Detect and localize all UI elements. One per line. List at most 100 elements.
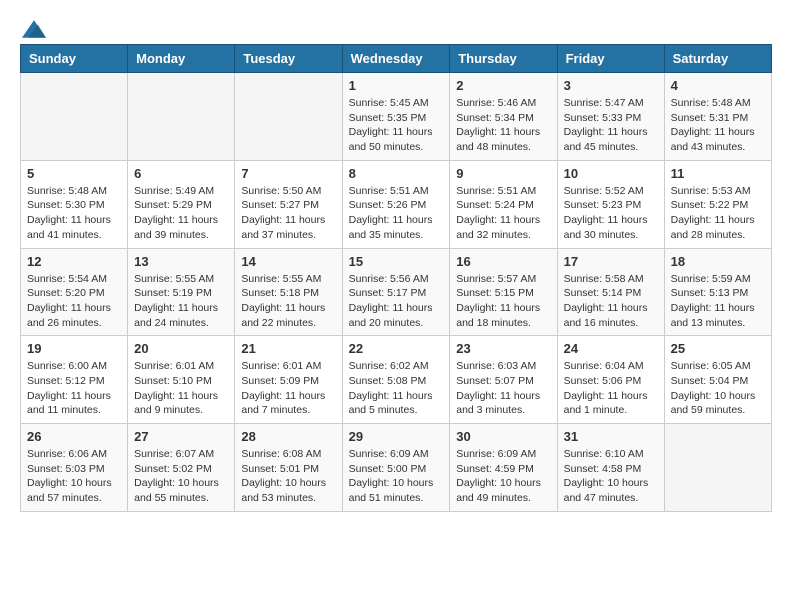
- day-number: 14: [241, 254, 335, 269]
- day-info: Sunrise: 5:55 AMSunset: 5:18 PMDaylight:…: [241, 272, 335, 331]
- day-cell: 31Sunrise: 6:10 AMSunset: 4:58 PMDayligh…: [557, 424, 664, 512]
- day-number: 12: [27, 254, 121, 269]
- day-number: 19: [27, 341, 121, 356]
- day-number: 15: [349, 254, 444, 269]
- day-info: Sunrise: 5:50 AMSunset: 5:27 PMDaylight:…: [241, 184, 335, 243]
- day-number: 22: [349, 341, 444, 356]
- day-cell: 12 Sunrise: 5:54 AMSunset: 5:20 PMDayligh…: [21, 248, 128, 336]
- day-cell: 19 Sunrise: 6:00 AMSunset: 5:12 PMDayligh…: [21, 336, 128, 424]
- week-row-3: 12 Sunrise: 5:54 AMSunset: 5:20 PMDayligh…: [21, 248, 772, 336]
- day-cell: 16Sunrise: 5:57 AMSunset: 5:15 PMDayligh…: [450, 248, 557, 336]
- day-number: 17: [564, 254, 658, 269]
- day-cell: 10Sunrise: 5:52 AMSunset: 5:23 PMDayligh…: [557, 160, 664, 248]
- header-thursday: Thursday: [450, 45, 557, 73]
- day-info: Sunrise: 6:00 AMSunset: 5:12 PMDaylight:…: [27, 359, 121, 418]
- day-cell: 6 Sunrise: 5:49 AMSunset: 5:29 PMDaylight…: [128, 160, 235, 248]
- day-cell: 21Sunrise: 6:01 AMSunset: 5:09 PMDayligh…: [235, 336, 342, 424]
- day-number: 3: [564, 78, 658, 93]
- day-cell: 5 Sunrise: 5:48 AMSunset: 5:30 PMDaylight…: [21, 160, 128, 248]
- day-number: 26: [27, 429, 121, 444]
- day-cell: 9 Sunrise: 5:51 AMSunset: 5:24 PMDaylight…: [450, 160, 557, 248]
- page-header: [20, 20, 772, 34]
- day-info: Sunrise: 6:09 AMSunset: 5:00 PMDaylight:…: [349, 447, 444, 506]
- day-number: 24: [564, 341, 658, 356]
- day-cell: [21, 73, 128, 161]
- day-cell: 11 Sunrise: 5:53 AMSunset: 5:22 PMDayligh…: [664, 160, 771, 248]
- day-info: Sunrise: 5:52 AMSunset: 5:23 PMDaylight:…: [564, 184, 658, 243]
- day-number: 13: [134, 254, 228, 269]
- days-header-row: SundayMondayTuesdayWednesdayThursdayFrid…: [21, 45, 772, 73]
- day-number: 11: [671, 166, 765, 181]
- week-row-2: 5 Sunrise: 5:48 AMSunset: 5:30 PMDaylight…: [21, 160, 772, 248]
- header-monday: Monday: [128, 45, 235, 73]
- day-info: Sunrise: 6:04 AMSunset: 5:06 PMDaylight:…: [564, 359, 658, 418]
- day-cell: [235, 73, 342, 161]
- day-info: Sunrise: 6:05 AMSunset: 5:04 PMDaylight:…: [671, 359, 765, 418]
- day-info: Sunrise: 6:01 AMSunset: 5:10 PMDaylight:…: [134, 359, 228, 418]
- day-info: Sunrise: 6:08 AMSunset: 5:01 PMDaylight:…: [241, 447, 335, 506]
- calendar: SundayMondayTuesdayWednesdayThursdayFrid…: [20, 44, 772, 512]
- day-cell: 26 Sunrise: 6:06 AMSunset: 5:03 PMDayligh…: [21, 424, 128, 512]
- day-cell: 25 Sunrise: 6:05 AMSunset: 5:04 PMDayligh…: [664, 336, 771, 424]
- day-number: 5: [27, 166, 121, 181]
- day-cell: 8Sunrise: 5:51 AMSunset: 5:26 PMDaylight…: [342, 160, 450, 248]
- logo: [20, 20, 46, 34]
- day-info: Sunrise: 6:07 AMSunset: 5:02 PMDaylight:…: [134, 447, 228, 506]
- day-info: Sunrise: 5:48 AMSunset: 5:30 PMDaylight:…: [27, 184, 121, 243]
- day-cell: 7 Sunrise: 5:50 AMSunset: 5:27 PMDaylight…: [235, 160, 342, 248]
- day-number: 23: [456, 341, 550, 356]
- day-info: Sunrise: 5:47 AMSunset: 5:33 PMDaylight:…: [564, 96, 658, 155]
- day-number: 18: [671, 254, 765, 269]
- day-cell: 24 Sunrise: 6:04 AMSunset: 5:06 PMDayligh…: [557, 336, 664, 424]
- day-info: Sunrise: 5:45 AMSunset: 5:35 PMDaylight:…: [349, 96, 444, 155]
- day-number: 9: [456, 166, 550, 181]
- header-friday: Friday: [557, 45, 664, 73]
- day-cell: 13 Sunrise: 5:55 AMSunset: 5:19 PMDayligh…: [128, 248, 235, 336]
- day-info: Sunrise: 6:01 AMSunset: 5:09 PMDaylight:…: [241, 359, 335, 418]
- day-number: 2: [456, 78, 550, 93]
- day-number: 28: [241, 429, 335, 444]
- day-number: 25: [671, 341, 765, 356]
- day-cell: 2 Sunrise: 5:46 AMSunset: 5:34 PMDaylight…: [450, 73, 557, 161]
- day-info: Sunrise: 5:48 AMSunset: 5:31 PMDaylight:…: [671, 96, 765, 155]
- day-cell: 14 Sunrise: 5:55 AMSunset: 5:18 PMDayligh…: [235, 248, 342, 336]
- day-info: Sunrise: 5:54 AMSunset: 5:20 PMDaylight:…: [27, 272, 121, 331]
- day-cell: 20 Sunrise: 6:01 AMSunset: 5:10 PMDayligh…: [128, 336, 235, 424]
- day-info: Sunrise: 6:06 AMSunset: 5:03 PMDaylight:…: [27, 447, 121, 506]
- day-cell: 3 Sunrise: 5:47 AMSunset: 5:33 PMDaylight…: [557, 73, 664, 161]
- day-cell: 29Sunrise: 6:09 AMSunset: 5:00 PMDayligh…: [342, 424, 450, 512]
- day-number: 20: [134, 341, 228, 356]
- day-info: Sunrise: 5:53 AMSunset: 5:22 PMDaylight:…: [671, 184, 765, 243]
- day-number: 4: [671, 78, 765, 93]
- day-cell: 22 Sunrise: 6:02 AMSunset: 5:08 PMDayligh…: [342, 336, 450, 424]
- day-info: Sunrise: 6:03 AMSunset: 5:07 PMDaylight:…: [456, 359, 550, 418]
- header-wednesday: Wednesday: [342, 45, 450, 73]
- day-cell: 27 Sunrise: 6:07 AMSunset: 5:02 PMDayligh…: [128, 424, 235, 512]
- day-info: Sunrise: 5:46 AMSunset: 5:34 PMDaylight:…: [456, 96, 550, 155]
- day-number: 7: [241, 166, 335, 181]
- day-info: Sunrise: 5:58 AMSunset: 5:14 PMDaylight:…: [564, 272, 658, 331]
- week-row-5: 26 Sunrise: 6:06 AMSunset: 5:03 PMDayligh…: [21, 424, 772, 512]
- header-tuesday: Tuesday: [235, 45, 342, 73]
- day-number: 6: [134, 166, 228, 181]
- day-info: Sunrise: 5:51 AMSunset: 5:24 PMDaylight:…: [456, 184, 550, 243]
- header-saturday: Saturday: [664, 45, 771, 73]
- day-info: Sunrise: 5:56 AMSunset: 5:17 PMDaylight:…: [349, 272, 444, 331]
- day-info: Sunrise: 5:59 AMSunset: 5:13 PMDaylight:…: [671, 272, 765, 331]
- day-cell: 18 Sunrise: 5:59 AMSunset: 5:13 PMDayligh…: [664, 248, 771, 336]
- day-cell: 1Sunrise: 5:45 AMSunset: 5:35 PMDaylight…: [342, 73, 450, 161]
- week-row-4: 19 Sunrise: 6:00 AMSunset: 5:12 PMDayligh…: [21, 336, 772, 424]
- day-cell: 30 Sunrise: 6:09 AMSunset: 4:59 PMDayligh…: [450, 424, 557, 512]
- day-info: Sunrise: 5:49 AMSunset: 5:29 PMDaylight:…: [134, 184, 228, 243]
- day-number: 31: [564, 429, 658, 444]
- day-info: Sunrise: 5:55 AMSunset: 5:19 PMDaylight:…: [134, 272, 228, 331]
- day-cell: 17 Sunrise: 5:58 AMSunset: 5:14 PMDayligh…: [557, 248, 664, 336]
- day-cell: [664, 424, 771, 512]
- day-cell: 15 Sunrise: 5:56 AMSunset: 5:17 PMDayligh…: [342, 248, 450, 336]
- day-info: Sunrise: 6:09 AMSunset: 4:59 PMDaylight:…: [456, 447, 550, 506]
- day-cell: 4 Sunrise: 5:48 AMSunset: 5:31 PMDaylight…: [664, 73, 771, 161]
- day-cell: 28 Sunrise: 6:08 AMSunset: 5:01 PMDayligh…: [235, 424, 342, 512]
- day-number: 30: [456, 429, 550, 444]
- day-info: Sunrise: 6:02 AMSunset: 5:08 PMDaylight:…: [349, 359, 444, 418]
- day-number: 27: [134, 429, 228, 444]
